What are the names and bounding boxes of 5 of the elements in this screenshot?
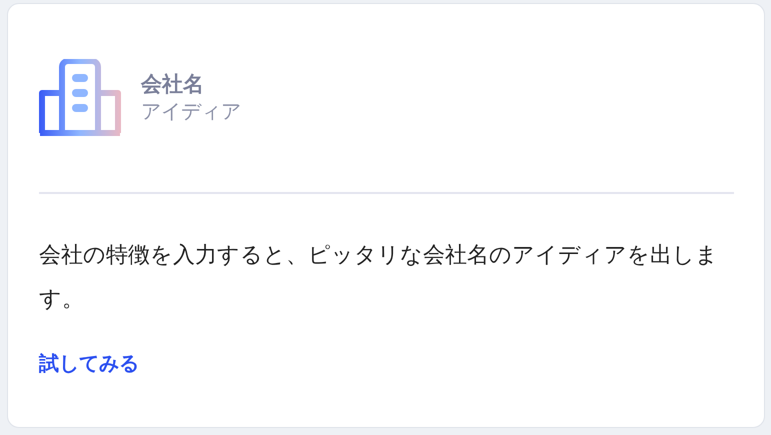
card-description: 会社の特徴を入力すると、ピッタリな会社名のアイディアを出します。	[39, 242, 719, 314]
card-title: 会社名	[141, 72, 205, 98]
building-icon	[39, 59, 121, 137]
try-link[interactable]: 試してみる	[39, 348, 139, 378]
card-subtitle: アイディア	[141, 98, 241, 124]
